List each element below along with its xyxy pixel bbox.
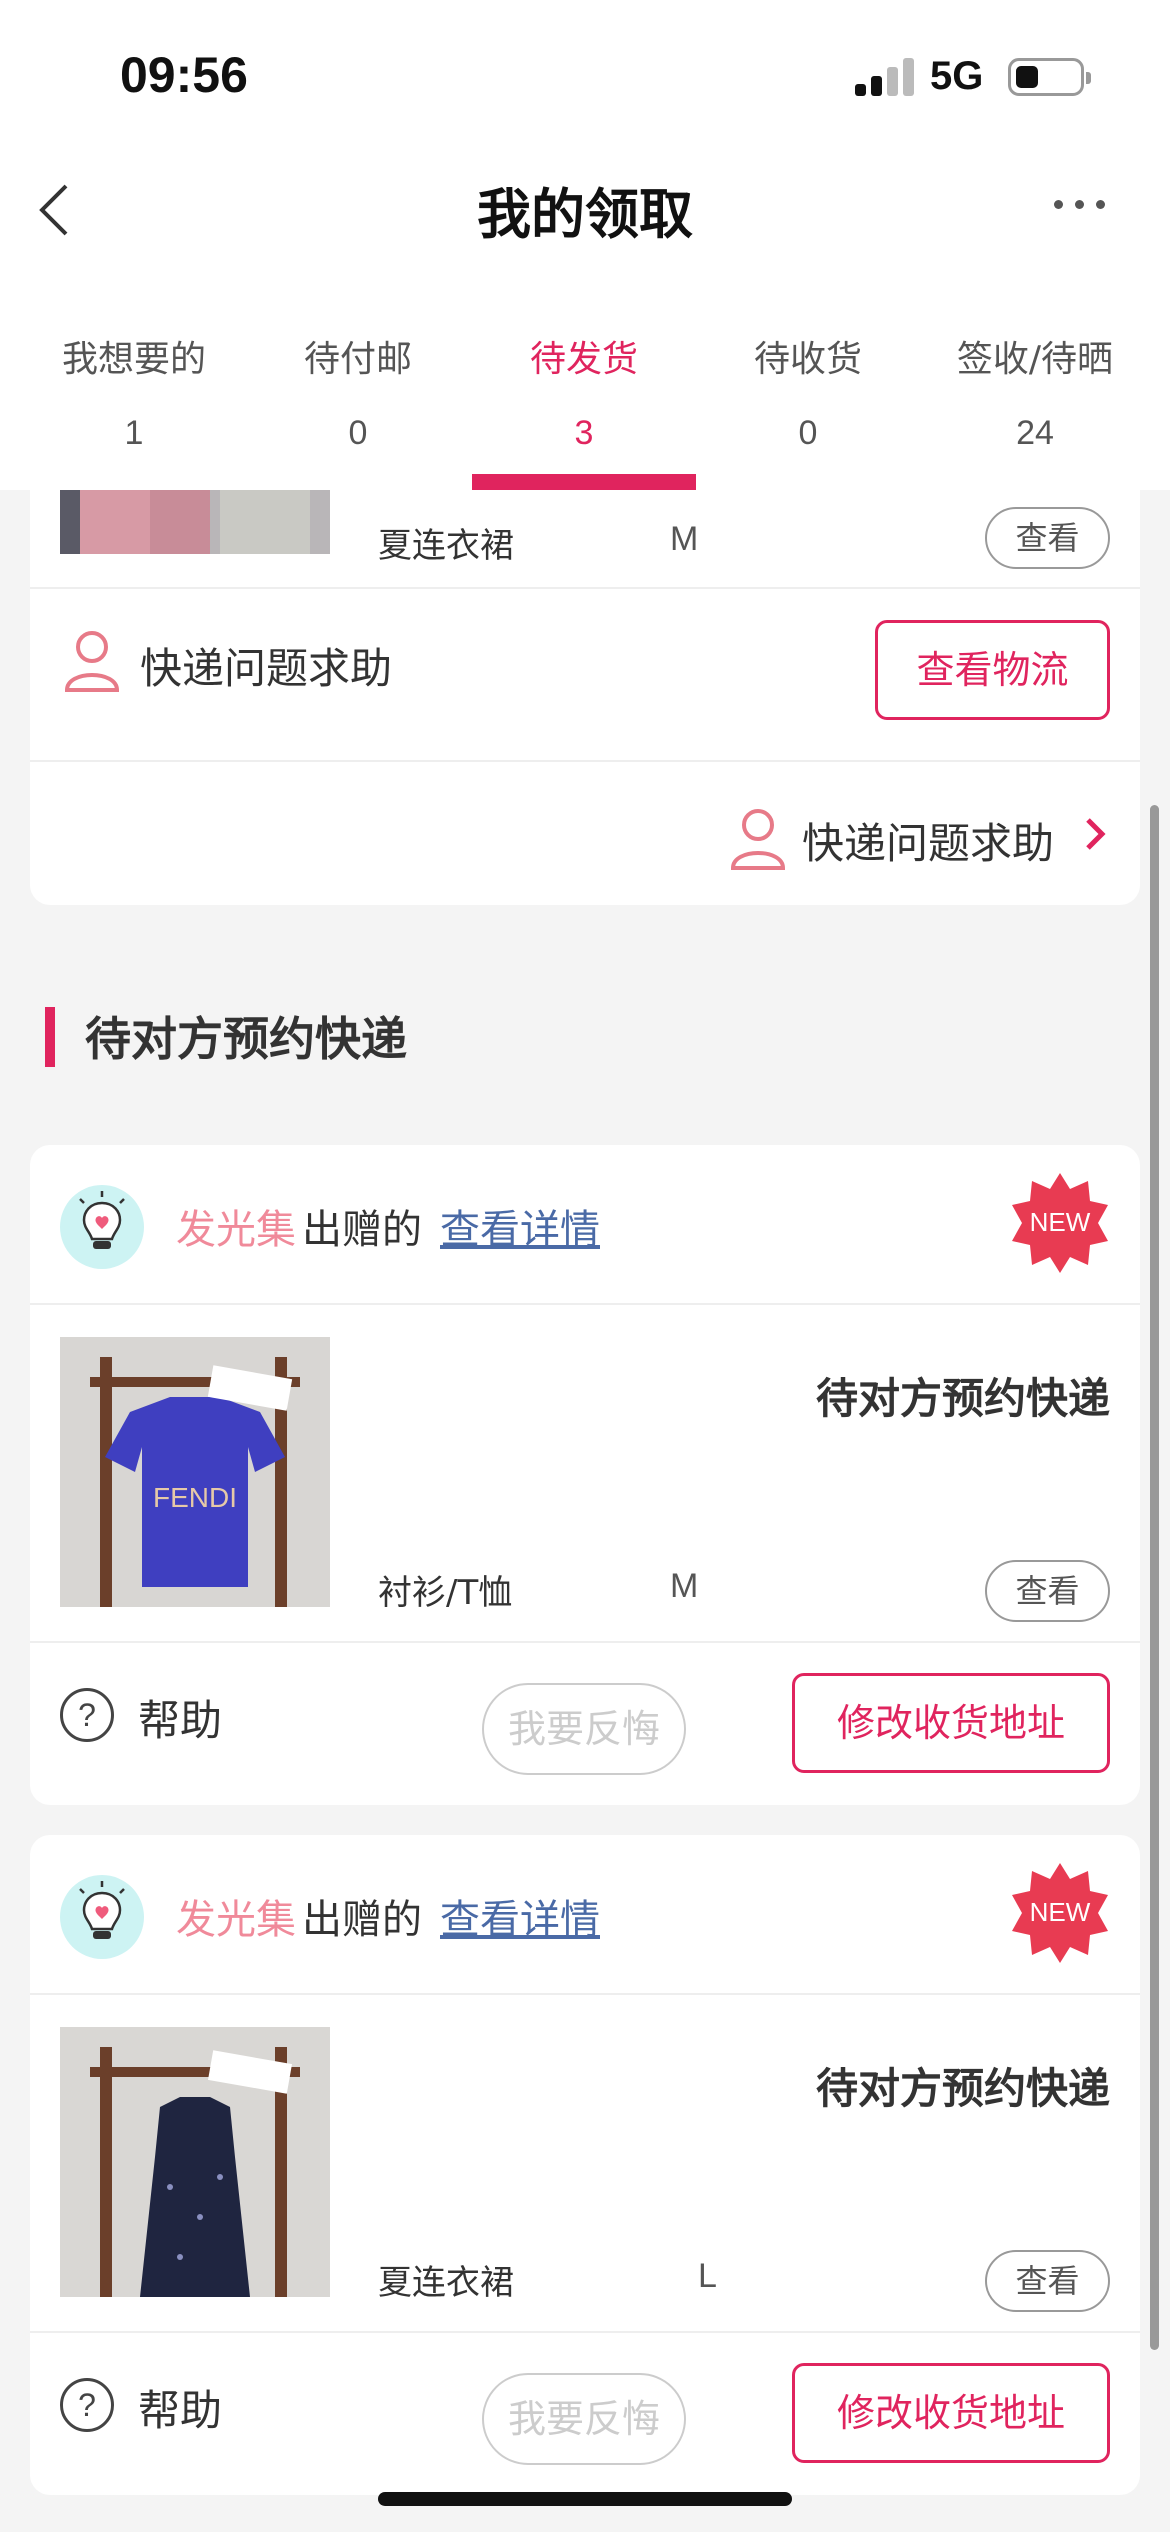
giver-row: 发光集 出赠的 查看详情 NEW	[30, 1145, 1140, 1303]
home-indicator[interactable]	[378, 2492, 792, 2506]
person-icon	[730, 808, 786, 870]
order-status: 待对方预约快递	[815, 1374, 1110, 1423]
network-label: 5G	[930, 54, 984, 98]
scrollbar[interactable]	[1150, 805, 1159, 2350]
change-address-button[interactable]: 修改收货地址	[792, 1673, 1110, 1773]
new-badge-text: NEW	[1030, 1207, 1091, 1237]
view-logistics-button[interactable]: 查看物流	[875, 620, 1110, 720]
help-label[interactable]: 帮助	[138, 1687, 222, 1748]
tab-label: 待发货	[529, 339, 638, 380]
person-icon	[64, 630, 120, 692]
product-image[interactable]: FENDI	[60, 1337, 330, 1607]
page-title: 我的领取	[477, 183, 693, 246]
product-image[interactable]	[60, 490, 330, 554]
shirt-print-text: FENDI	[153, 1482, 237, 1513]
tab-pending-postage[interactable]: 待付邮 0	[246, 310, 470, 490]
lightbulb-icon	[60, 1875, 144, 1959]
tab-label: 待付邮	[303, 339, 412, 380]
lightbulb-icon	[60, 1185, 144, 1269]
section-title: 待对方预约快递	[85, 1012, 407, 1066]
tab-bar: 我想要的 1 待付邮 0 待发货 3 待收货 0 签收/待晒 24	[0, 310, 1170, 490]
help-label[interactable]: 帮助	[138, 2377, 222, 2438]
tab-signed[interactable]: 签收/待晒 24	[920, 310, 1150, 490]
gave-text: 出赠的	[302, 1897, 422, 1943]
tab-pending-receipt[interactable]: 待收货 0	[696, 310, 920, 490]
new-badge-text: NEW	[1030, 1897, 1091, 1927]
section-accent-bar	[45, 1007, 55, 1067]
item-size: L	[698, 2257, 717, 2295]
tab-label: 待收货	[753, 339, 862, 380]
giver-name[interactable]: 发光集	[176, 1197, 296, 1255]
tab-count: 24	[1016, 414, 1054, 452]
tab-count: 3	[574, 414, 594, 452]
order-card: 发光集 出赠的 查看详情 NEW FENDI 待对方预约快递 衬衫/T恤 M 查…	[30, 1145, 1140, 1805]
tab-pending-shipment[interactable]: 待发货 3	[472, 310, 696, 490]
tab-count: 1	[124, 414, 144, 452]
express-help-link[interactable]: 快递问题求助	[802, 810, 1054, 871]
new-badge: NEW	[1008, 1171, 1112, 1275]
giver-name[interactable]: 发光集	[176, 1887, 296, 1945]
signal-icon	[855, 56, 915, 96]
help-icon[interactable]: ?	[60, 1688, 114, 1742]
giver-row: 发光集 出赠的 查看详情 NEW	[30, 1835, 1140, 1993]
status-bar: 09:56 5G	[0, 0, 1170, 150]
view-details-link[interactable]: 查看详情	[440, 1197, 600, 1255]
tab-label: 签收/待晒	[956, 339, 1114, 380]
help-icon[interactable]: ?	[60, 2378, 114, 2432]
item-size: M	[670, 520, 699, 558]
order-status: 待对方预约快递	[815, 2064, 1110, 2113]
battery-icon	[1008, 58, 1091, 96]
order-card: 发光集 出赠的 查看详情 NEW 待对方预约快递 夏连衣裙 L 查看 ? 帮助 …	[30, 1835, 1140, 2495]
more-icon[interactable]	[1050, 194, 1110, 214]
tab-active-underline	[472, 474, 696, 490]
order-card-shipping: 夏连衣裙 M 查看 快递问题求助 查看物流 快递问题求助	[30, 490, 1140, 905]
view-details-link[interactable]: 查看详情	[440, 1887, 600, 1945]
regret-button[interactable]: 我要反悔	[482, 2373, 686, 2465]
tab-want[interactable]: 我想要的 1	[22, 310, 246, 490]
new-badge: NEW	[1008, 1861, 1112, 1965]
express-help-text: 快递问题求助	[140, 644, 393, 693]
nav-bar: 我的领取	[0, 150, 1170, 310]
status-time: 09:56	[120, 47, 248, 103]
item-size: M	[670, 1567, 699, 1605]
item-name: 衬衫/T恤	[378, 1573, 513, 1613]
chevron-right-icon[interactable]	[1080, 814, 1110, 854]
product-image[interactable]	[60, 2027, 330, 2297]
change-address-button[interactable]: 修改收货地址	[792, 2363, 1110, 2463]
regret-button[interactable]: 我要反悔	[482, 1683, 686, 1775]
view-button[interactable]: 查看	[985, 2250, 1110, 2312]
tab-count: 0	[798, 414, 818, 452]
view-button[interactable]: 查看	[985, 1560, 1110, 1622]
gave-text: 出赠的	[302, 1207, 422, 1253]
item-name: 夏连衣裙	[378, 2263, 514, 2303]
tab-count: 0	[348, 414, 368, 452]
tab-label: 我想要的	[61, 339, 206, 380]
view-button[interactable]: 查看	[985, 507, 1110, 569]
item-name: 夏连衣裙	[378, 526, 514, 566]
